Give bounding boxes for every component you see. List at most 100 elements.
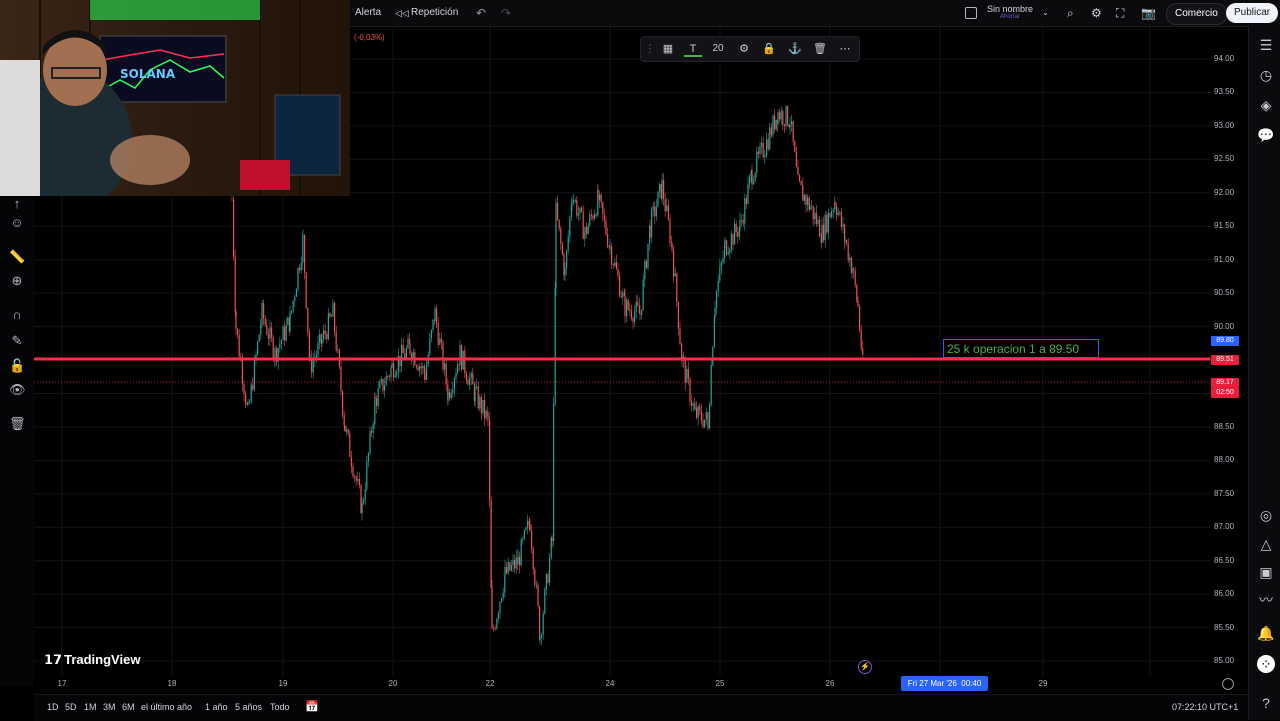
candle-body <box>394 375 396 378</box>
candle-body <box>573 200 575 203</box>
candle-body <box>744 198 746 224</box>
range-button[interactable]: el último año <box>141 695 192 721</box>
range-button[interactable]: 5 años <box>235 695 262 721</box>
zoom-in-icon[interactable]: ⊕ <box>9 273 25 289</box>
candle-body <box>271 327 273 338</box>
calendar-icon[interactable]: ▣ <box>1257 563 1275 581</box>
range-button[interactable]: 5D <box>65 695 77 721</box>
price-tick: 93.50 <box>1214 87 1235 97</box>
candle-body <box>664 199 666 212</box>
help-icon[interactable]: ? <box>1257 694 1275 712</box>
candle-body <box>676 273 678 303</box>
candle-body <box>829 213 831 218</box>
quick-search-icon[interactable]: ⌕ <box>1067 0 1074 26</box>
timezone-settings-icon[interactable] <box>1222 678 1234 690</box>
range-button[interactable]: 3M <box>103 695 116 721</box>
candle-body <box>372 424 374 433</box>
range-button[interactable]: 6M <box>122 695 135 721</box>
anchor-icon[interactable]: ⚓ <box>786 40 804 58</box>
price-label-line: 89.51 <box>1211 355 1239 365</box>
candle-body <box>722 258 724 263</box>
eye-icon[interactable]: 👁 <box>9 382 26 398</box>
candle-body <box>649 225 651 238</box>
candle-body <box>809 206 811 210</box>
cursor-icon[interactable]: ↑ <box>9 196 25 212</box>
range-button[interactable]: Todo <box>270 695 290 721</box>
alerts-clock-icon[interactable]: ◷ <box>1257 66 1275 84</box>
date-range-icon[interactable]: 📅 <box>305 695 319 721</box>
candle-body <box>342 391 344 415</box>
candle-body <box>694 407 696 410</box>
settings-gear-icon[interactable]: ⚙ <box>1091 0 1102 26</box>
fullscreen-icon[interactable]: ⛶ <box>1116 0 1124 26</box>
lightning-icon[interactable]: ⚡ <box>858 660 872 674</box>
candle-body <box>417 366 419 371</box>
alert-button[interactable]: Alerta <box>355 0 381 26</box>
template-icon[interactable]: ▦ <box>659 40 677 58</box>
candle-body <box>817 219 819 224</box>
replay-button[interactable]: Repetición <box>411 0 458 26</box>
range-button[interactable]: 1M <box>84 695 97 721</box>
undo-icon[interactable]: ↶ <box>476 0 486 26</box>
settings-icon[interactable]: ⚙ <box>735 40 753 58</box>
candle-body <box>553 403 555 542</box>
lock-icon[interactable]: 🔓 <box>9 358 25 374</box>
layers-icon[interactable]: ◈ <box>1257 96 1275 114</box>
ideas-icon[interactable]: △ <box>1257 535 1275 553</box>
trash-icon[interactable]: 🗑 <box>9 416 26 432</box>
candle-body <box>419 366 421 371</box>
chat-icon[interactable]: 💬 <box>1257 126 1275 144</box>
range-button[interactable]: 1 año <box>205 695 228 721</box>
candle-body <box>482 399 484 414</box>
pencil-lock-icon[interactable]: ✎ <box>9 333 25 349</box>
news-feed-icon[interactable]: 〰 <box>1257 591 1275 609</box>
ruler-icon[interactable]: 📏 <box>9 249 25 265</box>
text-annotation[interactable]: 25 k operacion 1 a 89.50 <box>943 339 1099 358</box>
emoji-icon[interactable]: ☺ <box>9 215 25 231</box>
candle-body <box>595 214 597 216</box>
candle-body <box>584 227 586 234</box>
candle-body <box>756 151 758 173</box>
candle-body <box>344 425 346 432</box>
time-tick: 19 <box>278 679 288 688</box>
camera-icon[interactable]: 📷 <box>1141 0 1156 26</box>
candle-body <box>581 207 583 212</box>
layout-checkbox[interactable] <box>965 7 977 19</box>
candle-body <box>641 309 643 315</box>
clock-timezone[interactable]: 07:22:10 UTC+1 <box>1172 695 1238 721</box>
redo-icon[interactable]: ↷ <box>501 0 511 26</box>
candle-body <box>324 330 326 334</box>
lock-icon[interactable]: 🔒 <box>760 40 778 58</box>
layout-name[interactable]: Sin nombre <box>987 4 1033 14</box>
candle-body <box>289 312 291 332</box>
font-size-selector[interactable]: 20 <box>709 40 727 58</box>
price-tick: 93.00 <box>1214 120 1235 130</box>
more-icon[interactable]: ⋯ <box>836 40 854 58</box>
candle-body <box>557 203 559 220</box>
price-axis[interactable]: 94.00 93.50 93.00 92.50 92.00 91.50 91.00 90.50… <box>1208 26 1248 676</box>
notifications-bell-icon[interactable]: 🔔 <box>1257 624 1275 642</box>
publish-button[interactable]: Publicar <box>1226 3 1279 23</box>
text-color-icon[interactable]: T <box>684 40 702 57</box>
tradingview-logo[interactable]: 𝟭𝟳 TradingView <box>44 652 140 668</box>
candle-body <box>724 240 726 245</box>
candle-body <box>450 392 452 399</box>
candle-body <box>705 412 707 420</box>
candle-body <box>789 124 791 128</box>
chevron-down-icon[interactable]: ⌄ <box>1042 0 1049 26</box>
candle-body <box>404 353 406 358</box>
candle-body <box>430 329 432 339</box>
range-button[interactable]: 1D <box>47 695 59 721</box>
target-icon[interactable]: ◎ <box>1257 506 1275 524</box>
replay-icon[interactable]: ◁◁ <box>395 0 409 26</box>
trash-icon[interactable]: 🗑 <box>811 40 829 58</box>
magnet-icon[interactable]: ∩ <box>9 307 25 323</box>
drag-handle-icon[interactable]: ⋮ <box>641 40 659 58</box>
trade-button[interactable]: Comercio <box>1166 3 1227 25</box>
apps-grid-icon[interactable]: ⁘ <box>1257 655 1275 673</box>
watchlist-icon[interactable]: ☰ <box>1257 36 1275 54</box>
candle-body <box>619 275 621 297</box>
candle-body <box>319 334 321 343</box>
candle-body <box>659 184 661 192</box>
candle-body <box>742 219 744 224</box>
